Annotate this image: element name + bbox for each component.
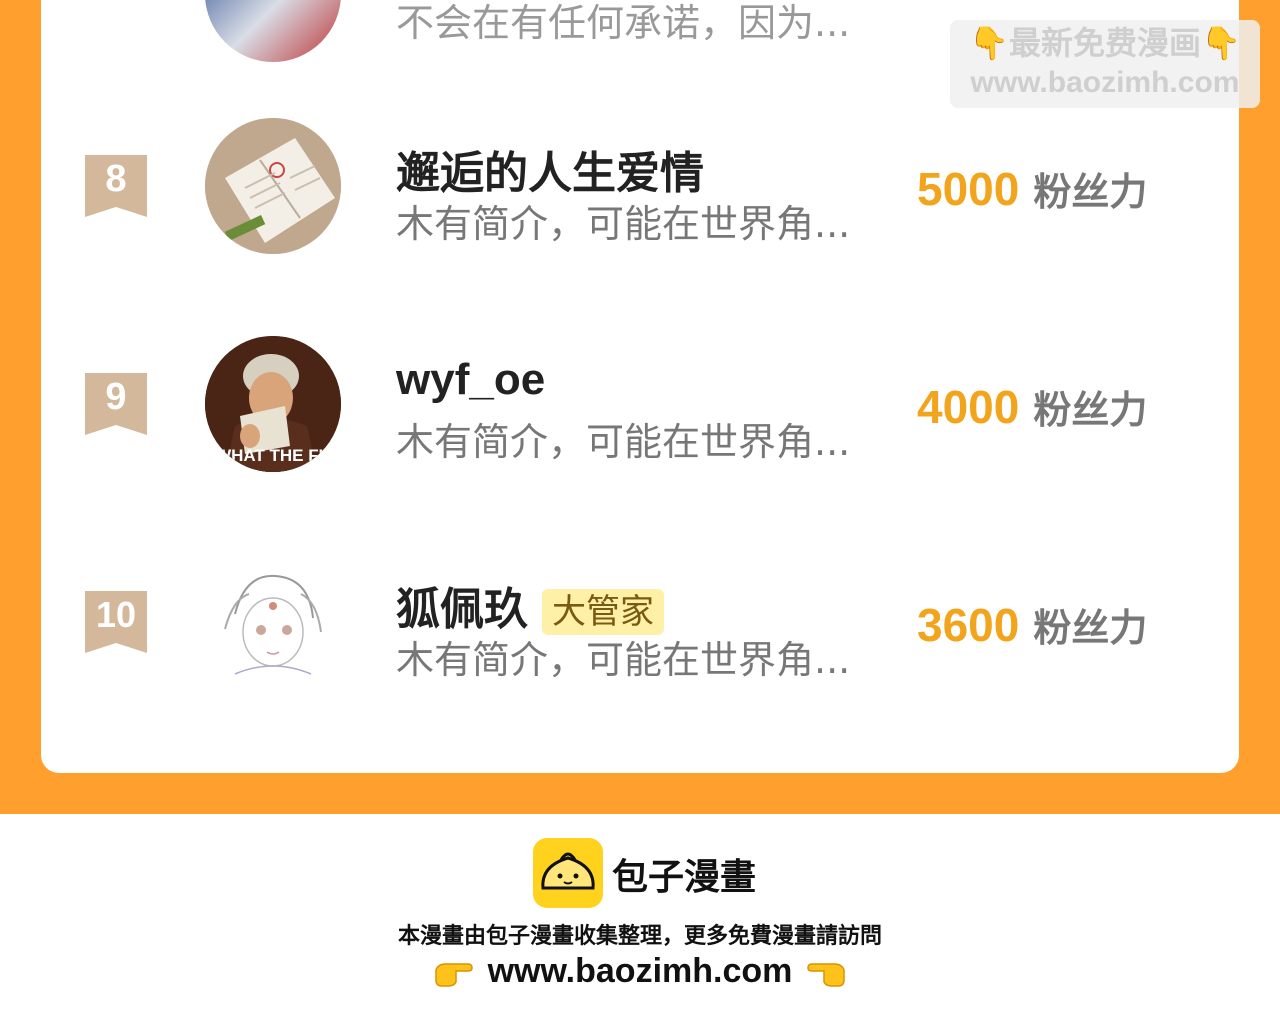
score-value: 5000 — [917, 163, 1020, 215]
item-name[interactable]: 狐佩玖 大管家 — [396, 573, 664, 637]
item-description: 木有简介，可能在世界角... — [396, 202, 851, 246]
fan-score: 3600 粉丝力 — [917, 597, 1147, 652]
book-photo-icon — [205, 118, 341, 254]
fan-score: 5000 粉丝力 — [917, 161, 1147, 216]
rank-badge: 10 — [85, 591, 147, 653]
footer-notice: 本漫畫由包子漫畫收集整理，更多免費漫畫請訪問 — [397, 924, 882, 949]
watermark-title: 👇最新免费漫画👇 — [969, 24, 1241, 62]
list-item[interactable]: 9 WHAT THE FU wyf_oe 木有简介，可能在世界角... 4000… — [41, 333, 1239, 493]
ranking-card: 不会在有任何承诺，因为... 8 邂逅的人生爱情 木有简介，可能在世界角... … — [41, 0, 1239, 773]
score-unit: 粉丝力 — [1033, 170, 1148, 214]
pointing-left-icon — [807, 963, 846, 987]
item-name-text: 狐佩玖 — [396, 584, 528, 635]
score-unit: 粉丝力 — [1033, 388, 1148, 432]
item-description: 不会在有任何承诺，因为... — [396, 1, 851, 45]
watermark-url: www.baozimh.com — [970, 66, 1240, 99]
watermark: 👇最新免费漫画👇 www.baozimh.com — [950, 20, 1260, 108]
score-value: 3600 — [917, 599, 1020, 651]
score-value: 4000 — [917, 381, 1020, 433]
avatar[interactable]: WHAT THE FU — [205, 336, 341, 472]
item-description: 木有简介，可能在世界角... — [396, 420, 851, 464]
avatar[interactable] — [205, 118, 341, 254]
item-name[interactable]: wyf_oe — [396, 355, 545, 405]
rank-badge: 9 — [85, 373, 147, 435]
avatar[interactable] — [205, 0, 341, 62]
footer-url[interactable]: www.baozimh.com — [488, 952, 793, 990]
score-unit: 粉丝力 — [1033, 606, 1148, 650]
fan-score: 4000 粉丝力 — [917, 379, 1147, 434]
rank-number: 8 — [105, 158, 127, 200]
rank-number: 10 — [95, 594, 137, 635]
list-item[interactable]: 10 狐佩玖 大管家 木有简介，可能在世界角... 3600 粉丝力 — [41, 551, 1239, 711]
sketch-girl-icon — [205, 554, 341, 690]
item-name[interactable]: 邂逅的人生爱情 — [396, 137, 704, 201]
pointing-right-icon — [434, 963, 473, 987]
brand-name: 包子漫畫 — [612, 857, 757, 898]
footer-url-line[interactable]: www.baozimh.com — [0, 952, 1280, 991]
footer: 包子漫畫 本漫畫由包子漫畫收集整理，更多免費漫畫請訪問 www.baozimh.… — [0, 814, 1280, 1014]
baozi-logo-icon[interactable] — [533, 838, 603, 908]
item-description: 木有简介，可能在世界角... — [396, 638, 851, 682]
list-item[interactable]: 8 邂逅的人生爱情 木有简介，可能在世界角... 5000 粉丝力 — [41, 115, 1239, 275]
avatar[interactable] — [205, 554, 341, 690]
rank-number: 9 — [105, 376, 127, 418]
rank-badge: 8 — [85, 155, 147, 217]
meme-caption: WHAT THE FU — [215, 446, 331, 465]
